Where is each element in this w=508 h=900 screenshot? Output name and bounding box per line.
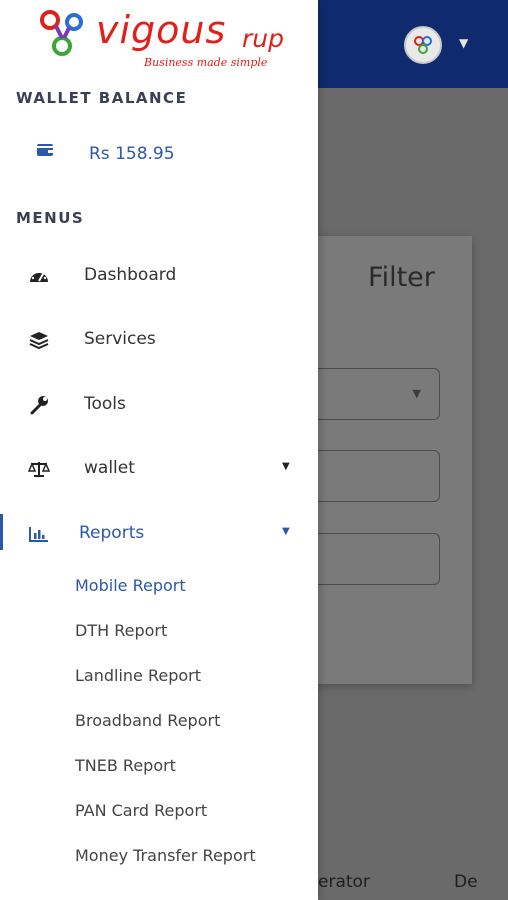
submenu-mobile-report[interactable]: Mobile Report (75, 576, 186, 595)
side-drawer: vigous rup Business made simple WALLET B… (0, 0, 318, 900)
menu-item-label: Services (84, 329, 156, 349)
wallet-balance-heading: WALLET BALANCE (16, 89, 188, 107)
dashboard-icon (30, 273, 48, 282)
menu-item-dashboard[interactable]: Dashboard (0, 256, 318, 296)
submenu-tneb-report[interactable]: TNEB Report (75, 756, 176, 775)
menu-item-services[interactable]: Services (0, 320, 318, 360)
caret-down-icon: ▼ (282, 461, 290, 472)
chevron-down-icon: ▼ (412, 387, 421, 400)
submenu-pan-card-report[interactable]: PAN Card Report (75, 801, 207, 820)
menu-item-label: wallet (84, 458, 135, 478)
submenu-landline-report[interactable]: Landline Report (75, 666, 201, 685)
filter-input-1[interactable] (300, 450, 440, 502)
brand-tagline: Business made simple (144, 56, 268, 69)
filter-title: Filter (368, 262, 435, 293)
brand-name: vigous (96, 8, 227, 52)
user-menu-caret-icon[interactable]: ▼ (459, 36, 468, 50)
menu-item-reports[interactable]: Reports ▼ (0, 514, 318, 554)
submenu-broadband-report[interactable]: Broadband Report (75, 711, 220, 730)
caret-down-icon: ▼ (282, 526, 290, 537)
balance-scale-icon (28, 462, 50, 477)
brand-suffix: rup (242, 24, 284, 53)
bar-chart-icon (29, 527, 48, 542)
submenu-dth-report[interactable]: DTH Report (75, 621, 167, 640)
filter-select[interactable]: ▼ (300, 368, 440, 420)
menus-heading: MENUS (16, 209, 85, 227)
menu-item-label: Tools (84, 394, 126, 414)
wallet-icon (37, 144, 53, 156)
menu-item-label: Dashboard (84, 265, 177, 285)
filter-input-2[interactable] (300, 533, 440, 585)
menu-item-tools[interactable]: Tools (0, 385, 318, 425)
brand-mark-icon (414, 36, 432, 54)
user-avatar[interactable] (404, 26, 442, 64)
table-header-de: De (454, 872, 478, 892)
menu-item-label: Reports (79, 523, 145, 543)
submenu-money-transfer-report[interactable]: Money Transfer Report (75, 846, 256, 865)
active-indicator (0, 514, 3, 550)
layers-icon (29, 332, 49, 350)
wallet-balance-amount: Rs 158.95 (89, 144, 175, 164)
wrench-icon (30, 396, 48, 415)
table-header-operator: erator (318, 872, 370, 892)
menu-item-wallet[interactable]: wallet ▼ (0, 449, 318, 489)
wallet-balance: Rs 158.95 (36, 142, 175, 164)
brand-logo[interactable]: vigous rup Business made simple (36, 2, 286, 74)
